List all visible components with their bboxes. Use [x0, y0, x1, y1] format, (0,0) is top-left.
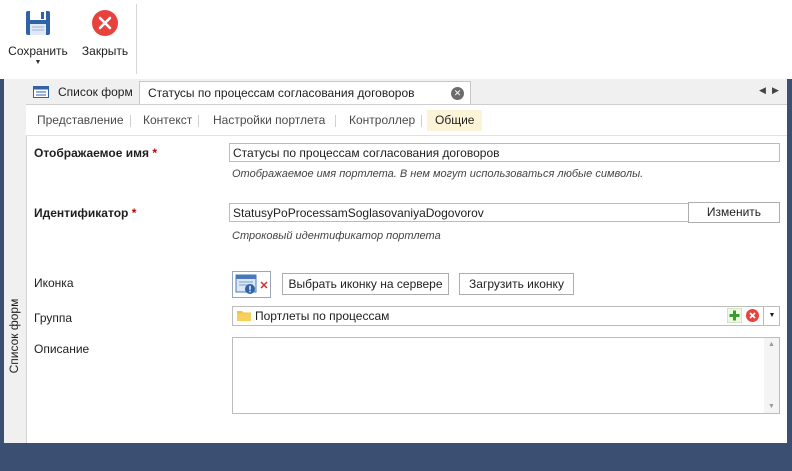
- group-value: Портлеты по процессам: [255, 309, 390, 323]
- ribbon-divider: [136, 4, 137, 74]
- required-mark: *: [152, 146, 157, 160]
- portlet-icon: [235, 274, 268, 294]
- scroll-down-icon[interactable]: ▼: [764, 403, 779, 410]
- remove-icon[interactable]: [745, 308, 760, 323]
- forms-list-side-tab[interactable]: Список форм: [4, 79, 27, 443]
- icon-preview[interactable]: [232, 271, 271, 298]
- list-icon: [33, 86, 49, 98]
- identifier-label-text: Идентификатор: [34, 206, 129, 220]
- close-button[interactable]: Закрыть: [78, 0, 132, 79]
- group-field[interactable]: Портлеты по процессам ▼: [232, 306, 780, 326]
- tab-context[interactable]: Контекст: [135, 110, 200, 131]
- tab-divider: [198, 115, 199, 127]
- tab-statuses-label: Статусы по процессам согласования догово…: [148, 86, 415, 100]
- tab-forms-list[interactable]: Список форм: [26, 81, 138, 103]
- select-icon-on-server-button[interactable]: Выбрать иконку на сервере: [282, 273, 449, 295]
- tab-statuses[interactable]: Статусы по процессам согласования догово…: [139, 81, 471, 104]
- add-icon[interactable]: [727, 308, 742, 323]
- close-label: Закрыть: [81, 44, 129, 58]
- tab-divider: [421, 115, 422, 127]
- close-icon: [92, 10, 118, 36]
- tab-divider: [130, 115, 131, 127]
- description-scrollbar[interactable]: ▲ ▼: [764, 338, 779, 413]
- bottom-status-bar: [0, 443, 792, 471]
- tab-portlet-settings[interactable]: Настройки портлета: [205, 110, 333, 131]
- display-name-field[interactable]: Статусы по процессам согласования догово…: [229, 143, 780, 162]
- upload-icon-button[interactable]: Загрузить иконку: [459, 273, 574, 295]
- folder-icon: [237, 311, 251, 321]
- right-frame-border: [787, 79, 792, 443]
- identifier-label: Идентификатор *: [34, 206, 136, 220]
- scroll-left-icon[interactable]: ◀: [759, 85, 766, 96]
- document-tab-bar: Список форм Статусы по процессам согласо…: [26, 79, 787, 105]
- ribbon-toolbar: Сохранить ▼ Закрыть: [0, 0, 792, 79]
- close-tab-icon[interactable]: ✕: [451, 87, 464, 100]
- display-name-label-text: Отображаемое имя: [34, 146, 149, 160]
- tab-general[interactable]: Общие: [427, 110, 483, 131]
- display-name-hint: Отображаемое имя портлета. В нем могут и…: [232, 168, 644, 180]
- display-name-label: Отображаемое имя *: [34, 146, 157, 160]
- side-tab-label: Список форм: [7, 298, 21, 374]
- icon-label: Иконка: [34, 276, 74, 290]
- scroll-right-icon[interactable]: ▶: [772, 85, 779, 96]
- identifier-field[interactable]: StatusyPoProcessamSoglasovaniyaDogovorov: [229, 203, 689, 222]
- group-dropdown-arrow-icon[interactable]: ▼: [763, 307, 780, 325]
- save-label: Сохранить: [8, 44, 68, 58]
- description-textarea[interactable]: ▲ ▼: [232, 337, 780, 414]
- tab-divider: [335, 115, 336, 127]
- tab-presentation[interactable]: Представление: [29, 110, 132, 131]
- group-label: Группа: [34, 311, 73, 325]
- tab-forms-list-label: Список форм: [58, 85, 133, 99]
- settings-tab-bar: Представление Контекст Настройки портлет…: [26, 105, 787, 136]
- scroll-up-icon[interactable]: ▲: [764, 341, 779, 348]
- tab-controller[interactable]: Контроллер: [341, 110, 423, 131]
- description-label: Описание: [34, 342, 90, 356]
- identifier-hint: Строковый идентификатор портлета: [232, 230, 441, 242]
- change-identifier-button[interactable]: Изменить: [688, 202, 780, 223]
- chevron-down-icon[interactable]: ▼: [35, 59, 42, 67]
- required-mark: *: [131, 206, 137, 220]
- save-icon: [26, 11, 50, 35]
- save-button[interactable]: Сохранить ▼: [6, 0, 70, 79]
